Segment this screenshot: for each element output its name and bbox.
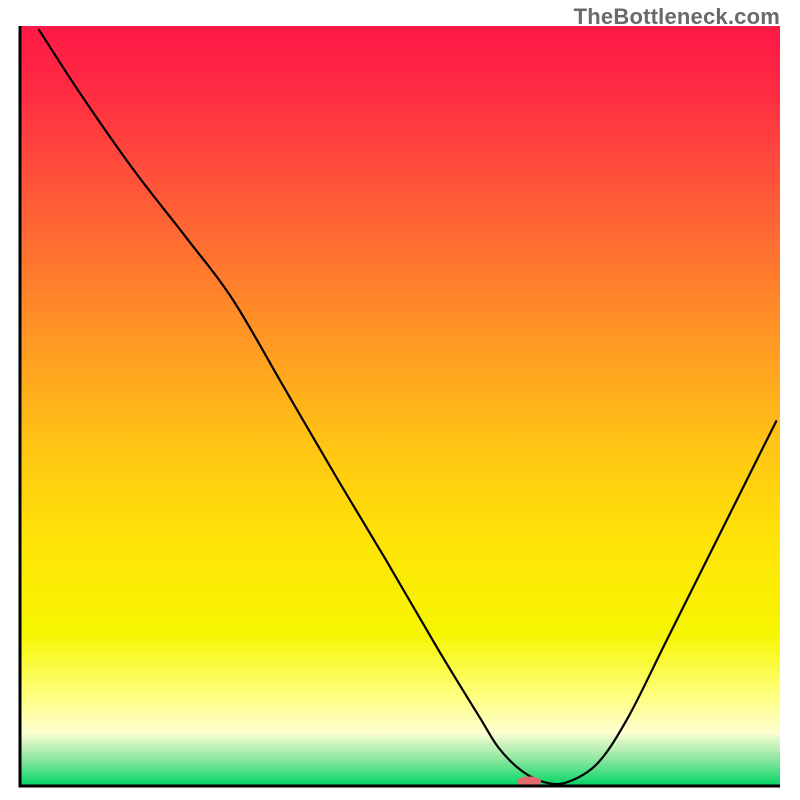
bottleneck-chart: TheBottleneck.com (0, 0, 800, 800)
attribution-label: TheBottleneck.com (574, 4, 780, 30)
gradient-background (20, 26, 780, 786)
chart-canvas (0, 0, 800, 800)
